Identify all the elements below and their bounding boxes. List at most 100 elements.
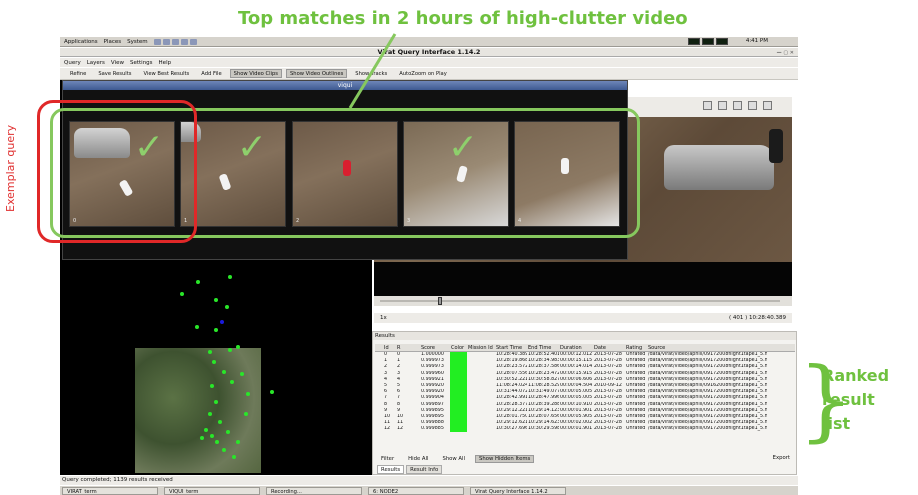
location-marker[interactable]: [236, 345, 240, 349]
menu-query[interactable]: Query: [64, 60, 81, 66]
location-marker[interactable]: [225, 305, 229, 309]
menu-applications[interactable]: Applications: [64, 39, 98, 45]
menu-settings[interactable]: Settings: [130, 60, 153, 66]
location-marker[interactable]: [214, 298, 218, 302]
column-header[interactable]: [375, 344, 383, 351]
menu-places[interactable]: Places: [104, 39, 122, 45]
location-marker[interactable]: [208, 350, 212, 354]
satellite-map[interactable]: [135, 348, 261, 473]
task-viqui-term[interactable]: VIQUI_term: [164, 486, 260, 495]
hide-all-button[interactable]: Hide All: [404, 455, 432, 463]
annotation-top-matches: Top matches in 2 hours of high-clutter v…: [238, 8, 688, 29]
location-marker[interactable]: [240, 372, 244, 376]
fullscreen-icon[interactable]: [703, 101, 712, 110]
menu-view[interactable]: View: [111, 60, 124, 66]
show-tracks-toggle[interactable]: Show Tracks: [351, 69, 391, 78]
menu-layers[interactable]: Layers: [87, 60, 105, 66]
tab-result-info[interactable]: Result Info: [406, 465, 443, 474]
show-video-clips-toggle[interactable]: Show Video Clips: [229, 69, 282, 78]
location-marker[interactable]: [270, 390, 274, 394]
view-best-results-button[interactable]: View Best Results: [139, 69, 193, 78]
location-marker[interactable]: [196, 280, 200, 284]
video-letterbox: [374, 262, 792, 296]
results-panel: Results Id R Score Color Mission Id Start Tim…: [372, 331, 797, 475]
column-header[interactable]: R: [396, 344, 410, 351]
location-marker[interactable]: [210, 384, 214, 388]
location-marker[interactable]: [218, 420, 222, 424]
window-title: Virat Query Interface 1.14.2: [377, 48, 481, 56]
location-marker[interactable]: [228, 275, 232, 279]
menu-system[interactable]: System: [127, 39, 148, 45]
task-node2[interactable]: 6: NODE2: [368, 486, 464, 495]
location-marker[interactable]: [222, 370, 226, 374]
scrubber-handle[interactable]: [438, 297, 442, 305]
column-header[interactable]: Duration: [559, 344, 593, 351]
location-marker[interactable]: [222, 448, 226, 452]
location-marker[interactable]: [180, 292, 184, 296]
video-scrubber[interactable]: [374, 296, 792, 306]
column-header[interactable]: Source: [647, 344, 767, 351]
tab-results[interactable]: Results: [377, 465, 405, 474]
location-marker[interactable]: [210, 434, 214, 438]
show-video-outlines-toggle[interactable]: Show Video Outlines: [285, 69, 348, 78]
location-marker[interactable]: [204, 428, 208, 432]
target-icon[interactable]: [718, 101, 727, 110]
window-titlebar: Virat Query Interface 1.14.2 — ▢ ✕: [60, 48, 798, 57]
location-marker[interactable]: [228, 348, 232, 352]
location-marker[interactable]: [220, 320, 224, 324]
column-header[interactable]: Rating: [625, 344, 647, 351]
column-header[interactable]: Mission Id: [467, 344, 495, 351]
column-header[interactable]: Color: [450, 344, 467, 351]
location-marker[interactable]: [195, 325, 199, 329]
empty-cell: [410, 426, 420, 432]
column-header[interactable]: Date: [593, 344, 625, 351]
location-marker[interactable]: [208, 412, 212, 416]
pause-icon[interactable]: [733, 101, 742, 110]
table-cell: 2013-07-28: [594, 426, 622, 432]
location-marker[interactable]: [214, 328, 218, 332]
launcher-icon[interactable]: [162, 38, 170, 45]
location-marker[interactable]: [215, 440, 219, 444]
table-cell: 12: [397, 426, 404, 432]
location-marker[interactable]: [212, 360, 216, 364]
empty-cell: [467, 426, 495, 432]
launcher-icon[interactable]: [180, 38, 188, 45]
main-toolbar: Refine Save Results View Best Results Ad…: [60, 68, 798, 80]
column-header[interactable]: End Time: [527, 344, 559, 351]
location-marker[interactable]: [232, 455, 236, 459]
location-marker[interactable]: [226, 430, 230, 434]
window-controls[interactable]: — ▢ ✕: [777, 49, 794, 58]
annotation-exemplar-query: Exemplar query: [4, 124, 17, 212]
table-row[interactable]: 12 12 0.999885 10:30:27.696 10:30:29.598 00:0…: [375, 426, 795, 433]
column-header[interactable]: Start Time: [495, 344, 527, 351]
show-hidden-items-button[interactable]: Show Hidden Items: [475, 455, 535, 463]
column-header[interactable]: Score: [420, 344, 450, 351]
export-button[interactable]: Export: [773, 455, 790, 461]
task-virat-term[interactable]: VIRAT_term: [62, 486, 158, 495]
result-color-swatch: [450, 426, 467, 433]
save-results-button[interactable]: Save Results: [94, 69, 135, 78]
launcher-icon[interactable]: [153, 38, 161, 45]
panel-clock[interactable]: 4:41 PM: [746, 38, 768, 44]
export-icon[interactable]: [763, 101, 772, 110]
task-virat-query-interface[interactable]: Virat Query Interface 1.14.2: [470, 486, 566, 495]
show-all-button[interactable]: Show All: [438, 455, 469, 463]
task-recording[interactable]: Recording...: [266, 486, 362, 495]
location-marker[interactable]: [246, 392, 250, 396]
results-header: Results: [373, 332, 796, 340]
filter-button[interactable]: Filter: [377, 455, 398, 463]
location-marker[interactable]: [200, 436, 204, 440]
location-marker[interactable]: [230, 380, 234, 384]
location-marker[interactable]: [244, 412, 248, 416]
autozoom-on-play-toggle[interactable]: AutoZoom on Play: [395, 69, 451, 78]
column-header[interactable]: [410, 344, 420, 351]
menu-help[interactable]: Help: [159, 60, 172, 66]
globe-icon[interactable]: [748, 101, 757, 110]
column-header[interactable]: Id: [383, 344, 396, 351]
launcher-icon[interactable]: [171, 38, 179, 45]
location-marker[interactable]: [236, 440, 240, 444]
location-marker[interactable]: [214, 400, 218, 404]
add-file-button[interactable]: Add File: [197, 69, 225, 78]
refine-button[interactable]: Refine: [66, 69, 90, 78]
launcher-icon[interactable]: [189, 38, 197, 45]
